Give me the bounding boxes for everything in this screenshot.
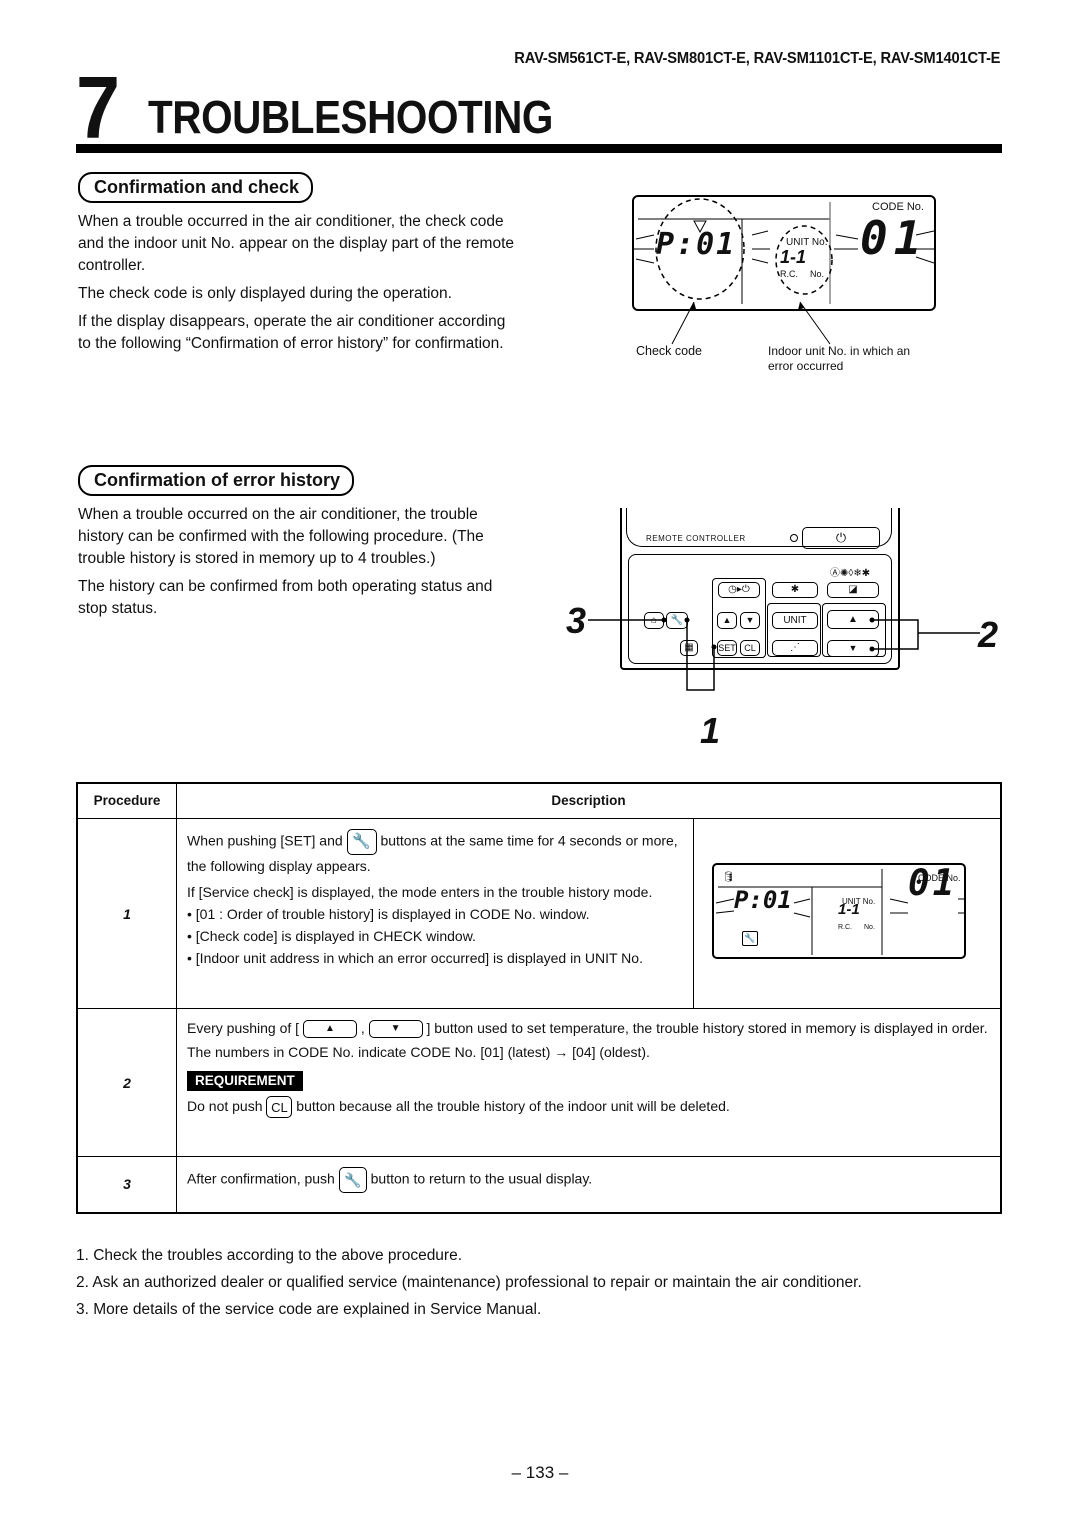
requirement-text: Do not push CL button because all the tr… (187, 1095, 990, 1119)
paragraph: The history can be confirmed from both o… (78, 578, 493, 617)
text: button because all the trouble history o… (296, 1098, 730, 1114)
procedure-table: Procedure Description 1 When pushing [SE… (76, 782, 1002, 1214)
code-no-value: 01 (860, 211, 928, 265)
text: When pushing [SET] and (187, 832, 343, 849)
power-led (790, 534, 798, 542)
rc-label: R.C. (838, 924, 852, 931)
no-label: No. (810, 269, 825, 279)
callout-lines (588, 617, 980, 691)
section-confirmation-and-check: Confirmation and check (78, 172, 314, 203)
mode-icons: Ⓐ✺◊❄✱ (830, 568, 871, 579)
paragraph: When a trouble occurred in the air condi… (78, 213, 515, 274)
table-row: 2 Every pushing of [ ▲ , ▼ ] button used… (76, 1008, 1002, 1157)
paragraph: If the display disappears, operate the a… (78, 313, 506, 352)
model-list: RAV-SM561CT-E, RAV-SM801CT-E, RAV-SM1101… (513, 50, 1000, 67)
note-item: 1. Check the troubles according to the a… (76, 1247, 463, 1264)
text: After confirmation, push (187, 1170, 335, 1187)
page-number: – 133 – (511, 1463, 569, 1482)
table-row: 1 When pushing [SET] and 🔧 buttons at th… (76, 818, 1002, 1009)
table-row: 3 After confirmation, push 🔧 button to r… (76, 1156, 1002, 1213)
title-rule (76, 144, 1002, 153)
section-error-history: Confirmation of error history (78, 465, 355, 496)
timer-button[interactable]: ◷▸⏻ (718, 582, 760, 598)
remote-label: REMOTE CONTROLLER (646, 534, 746, 543)
code-no-value: 01 (908, 863, 958, 904)
text: Every pushing of [ (187, 1020, 300, 1036)
caption-check-code: Check code (636, 344, 703, 358)
step1-line2: If [Service check] is displayed, the mod… (187, 884, 653, 900)
chapter-title: TROUBLESHOOTING (148, 91, 553, 143)
callout-1: 1 (700, 710, 721, 751)
up-arrow-button-icon: ▲ (302, 1020, 357, 1039)
step-number: 2 (76, 1008, 177, 1157)
header-procedure: Procedure (76, 782, 177, 819)
text: Do not push (187, 1098, 263, 1114)
step-description: When pushing [SET] and 🔧 buttons at the … (176, 818, 694, 1009)
bullet: • [Indoor unit address in which an error… (187, 950, 643, 966)
check-code-value: P:01 (734, 886, 792, 914)
step1-display-cell: 🛢 P:01 UNIT No. 1-1 R.C. No. CODE No. 01… (693, 818, 1002, 1009)
rc-label: R.C. (780, 269, 798, 279)
text: , (360, 1020, 365, 1036)
power-button[interactable]: ⏻ (802, 527, 880, 549)
step2-line2: The numbers in CODE No. indicate CODE No… (187, 1044, 650, 1060)
bullet: • [01 : Order of trouble history] is dis… (187, 906, 590, 922)
step-number: 3 (76, 1156, 177, 1213)
paragraph: When a trouble occurred on the air condi… (78, 506, 484, 567)
unit-no-value: 1-1 (780, 247, 807, 267)
oil-icon: 🛢 (722, 872, 735, 883)
step-description: Every pushing of [ ▲ , ▼ ] button used t… (176, 1008, 1002, 1157)
caption-indoor-unit: Indoor unit No. in which an error occurr… (768, 344, 911, 373)
caption-arrows (671, 301, 831, 345)
section-title: Confirmation of error history (78, 465, 355, 496)
mode-button[interactable]: ◪ (827, 582, 879, 598)
fan-button[interactable]: ✱ (772, 582, 818, 598)
notes-list: 1. Check the troubles according to the a… (76, 1242, 862, 1323)
step1-line1: When pushing [SET] and 🔧 buttons at the … (187, 829, 683, 877)
step2-line1: Every pushing of [ ▲ , ▼ ] button used t… (187, 1017, 990, 1039)
section1-text: When a trouble occurred in the air condi… (78, 211, 518, 361)
wrench-button-icon: 🔧 (346, 829, 377, 855)
wrench-indicator-icon: 🔧 (742, 931, 758, 946)
text: button to return to the usual display. (370, 1170, 593, 1187)
chapter-number: 7 (76, 58, 121, 157)
bullet: • [Check code] is displayed in CHECK win… (187, 928, 476, 944)
callout-3: 3 (566, 600, 587, 641)
down-arrow-button-icon: ▼ (368, 1020, 423, 1039)
step-number: 1 (76, 818, 177, 1009)
table-header: Procedure Description (76, 782, 1002, 819)
note-item: 3. More details of the service code are … (76, 1301, 542, 1318)
no-label: No. (864, 924, 875, 931)
step-description: After confirmation, push 🔧 button to ret… (176, 1156, 1002, 1213)
callout-2: 2 (978, 614, 999, 655)
text: ] button used to set temperature, the tr… (426, 1020, 988, 1036)
note-item: 2. Ask an authorized dealer or qualified… (76, 1274, 862, 1291)
check-code-value: P:01 (656, 227, 737, 262)
cl-button-icon: CL (266, 1096, 293, 1119)
section-title: Confirmation and check (78, 172, 314, 203)
section2-text: When a trouble occurred on the air condi… (78, 504, 518, 626)
paragraph: The check code is only displayed during … (78, 285, 452, 302)
wrench-button-icon: 🔧 (338, 1167, 367, 1193)
requirement-badge: REQUIREMENT (187, 1071, 303, 1091)
lcd-display-service: 🛢 P:01 UNIT No. 1-1 R.C. No. CODE No. 01… (712, 863, 966, 959)
header-description: Description (176, 782, 1002, 819)
lcd-display: P:01 UNIT No. 1-1 R.C. No. CODE No. 01 (632, 195, 936, 311)
